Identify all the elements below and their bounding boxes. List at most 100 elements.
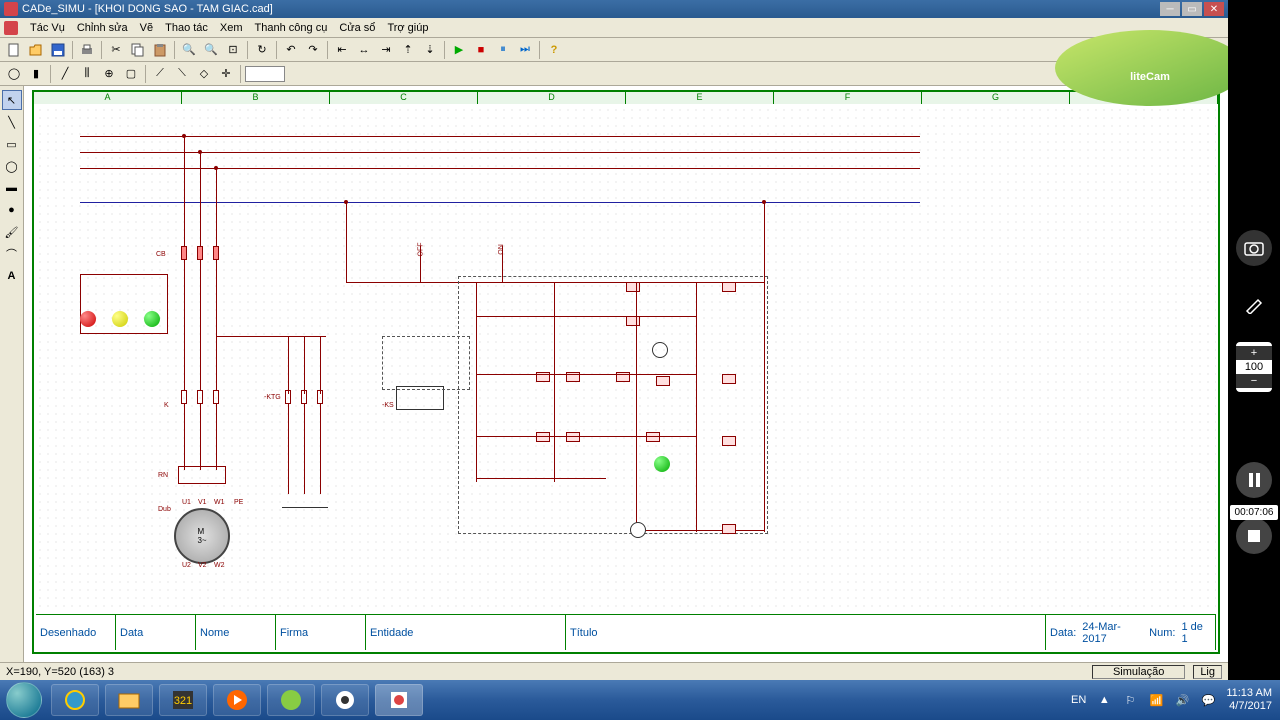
step-button[interactable]: ⏭ (515, 40, 535, 60)
tray-clock[interactable]: 11:13 AM 4/7/2017 (1226, 687, 1272, 713)
arc-tool[interactable]: ⌒ (2, 244, 22, 264)
align-top-button[interactable]: ⇡ (398, 40, 418, 60)
fillellipse-tool[interactable]: ● (2, 200, 22, 220)
box-tool[interactable]: ▢ (121, 64, 141, 84)
tb-titulo: Título (566, 615, 1046, 650)
paint-tool[interactable]: 🖌 (2, 222, 22, 242)
minimize-button[interactable]: ─ (1160, 2, 1180, 16)
zoom-in-button[interactable]: 🔍 (179, 40, 199, 60)
task-mpc[interactable]: 321 (159, 684, 207, 716)
litecam-sidebar: + 100 − (1228, 0, 1280, 680)
open-button[interactable] (26, 40, 46, 60)
refresh-button[interactable]: ↻ (252, 40, 272, 60)
title-bar: CADe_SIMU - [KHOI DONG SAO - TAM GIAC.ca… (0, 0, 1228, 18)
line-tool[interactable]: ╲ (2, 112, 22, 132)
menu-thaotac[interactable]: Thao tác (159, 20, 214, 36)
canvas[interactable]: A B C D E F G H (24, 86, 1228, 662)
cam-pause-button[interactable] (1236, 462, 1272, 498)
task-camera[interactable] (321, 684, 369, 716)
zoom-out-button[interactable]: 🔍 (201, 40, 221, 60)
tray-flag-icon[interactable]: ▲ (1096, 692, 1112, 708)
paste-button[interactable] (150, 40, 170, 60)
stop-button[interactable]: ■ (471, 40, 491, 60)
save-button[interactable] (48, 40, 68, 60)
task-explorer[interactable] (105, 684, 153, 716)
pilot-red[interactable] (80, 311, 96, 327)
off-label: OFF (418, 243, 425, 257)
undo-button[interactable]: ↶ (281, 40, 301, 60)
align-bottom-button[interactable]: ⇣ (420, 40, 440, 60)
text-tool[interactable]: A (2, 266, 22, 286)
title-block: Desenhado Data Nome Firma Entidade Títul… (36, 614, 1216, 650)
zoom-control[interactable]: + 100 − (1236, 342, 1272, 392)
task-cadesimu[interactable] (375, 684, 423, 716)
new-button[interactable] (4, 40, 24, 60)
zoom-plus[interactable]: + (1236, 346, 1272, 360)
task-litecam[interactable] (267, 684, 315, 716)
close-button[interactable]: ✕ (1204, 2, 1224, 16)
menu-ve[interactable]: Vẽ (134, 20, 159, 36)
cross-tool[interactable]: ✛ (216, 64, 236, 84)
buzzer-tool[interactable]: ▮ (26, 64, 46, 84)
start-button[interactable] (0, 680, 48, 720)
motor-tool[interactable]: ⊕ (99, 64, 119, 84)
help-button[interactable]: ? (544, 40, 564, 60)
nc-contact-tool[interactable]: ⟍ (172, 64, 192, 84)
motor[interactable]: M3~ (174, 508, 230, 564)
copy-button[interactable] (128, 40, 148, 60)
task-ie[interactable] (51, 684, 99, 716)
cb-label: CB (156, 251, 166, 258)
system-tray: EN ▲ ⚐ 📶 🔊 💬 11:13 AM 4/7/2017 (1071, 687, 1280, 713)
zoom-fit-button[interactable]: ⊡ (223, 40, 243, 60)
tray-security-icon[interactable]: ⚐ (1122, 692, 1138, 708)
pause-button[interactable]: ⏸ (493, 40, 513, 60)
menu-bar: Tác Vụ Chỉnh sửa Vẽ Thao tác Xem Thanh c… (0, 18, 1228, 38)
ruler-d: D (478, 92, 626, 104)
cam-timer: 00:07:06 (1230, 505, 1278, 520)
tray-lang[interactable]: EN (1071, 694, 1086, 706)
wire-tool[interactable]: ╱ (55, 64, 75, 84)
lamp-tool[interactable]: ◯ (4, 64, 24, 84)
draw-button[interactable] (1236, 286, 1272, 322)
tray-volume-icon[interactable]: 🔊 (1174, 692, 1190, 708)
zoom-minus[interactable]: − (1236, 374, 1272, 388)
v1-label: V1 (198, 499, 207, 506)
screenshot-button[interactable] (1236, 230, 1272, 266)
no-contact-tool[interactable]: ⟋ (150, 64, 170, 84)
menu-tacvu[interactable]: Tác Vụ (24, 20, 71, 36)
play-button[interactable]: ▶ (449, 40, 469, 60)
align-center-button[interactable]: ↔ (354, 40, 374, 60)
cut-button[interactable]: ✂ (106, 40, 126, 60)
pilot-yellow[interactable] (112, 311, 128, 327)
align-left-button[interactable]: ⇤ (332, 40, 352, 60)
task-player[interactable] (213, 684, 261, 716)
pointer-tool[interactable]: ↖ (2, 90, 22, 110)
diamond-tool[interactable]: ◇ (194, 64, 214, 84)
print-button[interactable] (77, 40, 97, 60)
schematic: CB K (36, 106, 1216, 612)
pilot-green2[interactable] (654, 456, 670, 472)
v2-label: V2 (198, 562, 207, 569)
menu-thanhcongcu[interactable]: Thanh công cụ (249, 20, 334, 36)
wire3-tool[interactable]: ⫼ (77, 64, 97, 84)
align-right-button[interactable]: ⇥ (376, 40, 396, 60)
menu-cuaso[interactable]: Cửa sổ (333, 20, 381, 36)
tray-network-icon[interactable]: 📶 (1148, 692, 1164, 708)
pilot-green[interactable] (144, 311, 160, 327)
redo-button[interactable]: ↷ (303, 40, 323, 60)
main-toolbar: ✂ 🔍 🔍 ⊡ ↻ ↶ ↷ ⇤ ↔ ⇥ ⇡ ⇣ ▶ ■ ⏸ ⏭ ? (0, 38, 1228, 62)
ruler-top: A B C D E F G H (34, 92, 1218, 104)
tb-nome: Nome (196, 615, 276, 650)
menu-xem[interactable]: Xem (214, 20, 249, 36)
ellipse-tool[interactable]: ◯ (2, 156, 22, 176)
rect-tool[interactable]: ▭ (2, 134, 22, 154)
fillrect-tool[interactable]: ▬ (2, 178, 22, 198)
tb-data2-val: 24-Mar-2017 (1082, 621, 1143, 645)
maximize-button[interactable]: ▭ (1182, 2, 1202, 16)
app-icon (4, 2, 18, 16)
cam-stop-button[interactable] (1236, 518, 1272, 554)
menu-trogiup[interactable]: Trợ giúp (381, 20, 434, 36)
menu-chinhsua[interactable]: Chỉnh sửa (71, 20, 134, 36)
tray-action-icon[interactable]: 💬 (1200, 692, 1216, 708)
drawing-body[interactable]: CB K (36, 106, 1216, 612)
